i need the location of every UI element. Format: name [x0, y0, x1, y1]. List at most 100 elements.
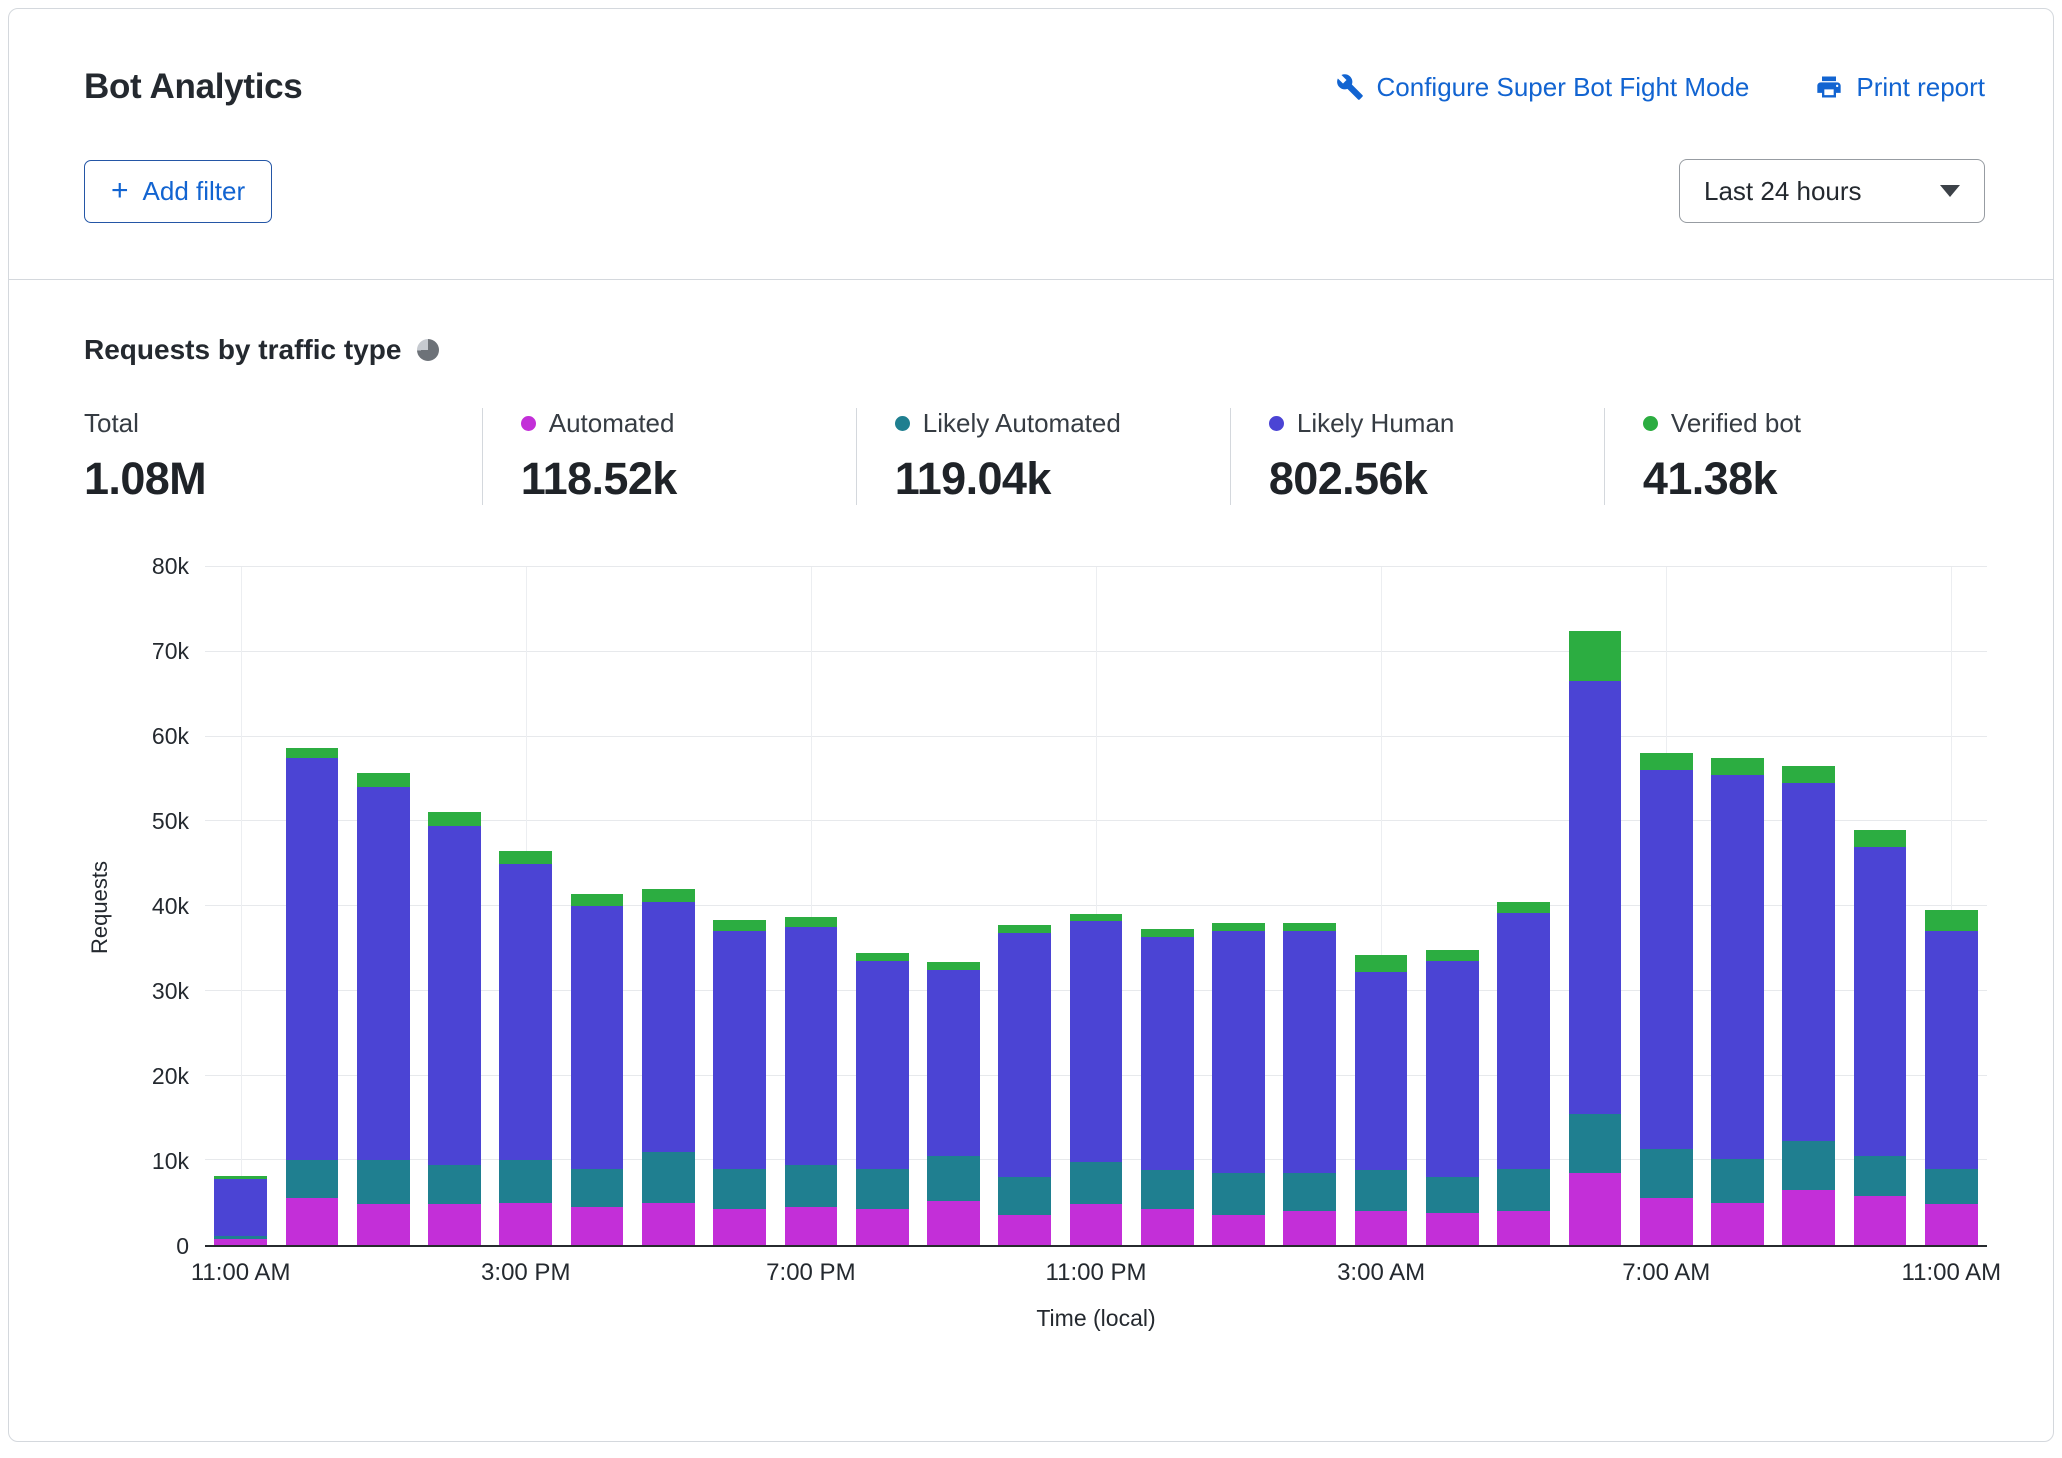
- bar-segment-automated[interactable]: [1070, 1204, 1123, 1245]
- bar-column[interactable]: [561, 567, 632, 1245]
- bar-segment-likely-automated[interactable]: [856, 1169, 909, 1209]
- bar-column[interactable]: [1488, 567, 1559, 1245]
- bar-segment-likely-automated[interactable]: [1782, 1141, 1835, 1190]
- bar-segment-automated[interactable]: [785, 1207, 838, 1245]
- stacked-bar[interactable]: [1070, 567, 1123, 1245]
- bar-segment-likely-automated[interactable]: [1426, 1177, 1479, 1213]
- bar-segment-verified-bot[interactable]: [1355, 955, 1408, 972]
- bar-segment-verified-bot[interactable]: [357, 773, 410, 787]
- stat-likely-human[interactable]: Likely Human 802.56k: [1230, 408, 1604, 505]
- bar-segment-automated[interactable]: [1640, 1198, 1693, 1245]
- bar-segment-automated[interactable]: [214, 1239, 267, 1245]
- stacked-bar[interactable]: [214, 567, 267, 1245]
- bar-segment-likely-automated[interactable]: [713, 1169, 766, 1210]
- bar-segment-verified-bot[interactable]: [1925, 910, 1978, 931]
- bar-segment-likely-automated[interactable]: [1283, 1173, 1336, 1211]
- bar-segment-verified-bot[interactable]: [1569, 631, 1622, 682]
- bar-segment-likely-automated[interactable]: [1070, 1162, 1123, 1204]
- bar-column[interactable]: [1844, 567, 1915, 1245]
- bar-segment-automated[interactable]: [499, 1203, 552, 1245]
- stacked-bar[interactable]: [1569, 567, 1622, 1245]
- bar-segment-verified-bot[interactable]: [856, 953, 909, 961]
- time-range-select[interactable]: Last 24 hours: [1679, 159, 1985, 223]
- bar-segment-automated[interactable]: [927, 1201, 980, 1245]
- stacked-bar[interactable]: [357, 567, 410, 1245]
- stacked-bar[interactable]: [1711, 567, 1764, 1245]
- bar-segment-likely-human[interactable]: [1355, 972, 1408, 1170]
- stat-likely-automated[interactable]: Likely Automated 119.04k: [856, 408, 1230, 505]
- add-filter-button[interactable]: + Add filter: [84, 160, 272, 223]
- stacked-bar[interactable]: [1854, 567, 1907, 1245]
- bar-segment-likely-human[interactable]: [1212, 931, 1265, 1173]
- bar-segment-automated[interactable]: [1854, 1196, 1907, 1245]
- bar-segment-verified-bot[interactable]: [785, 917, 838, 927]
- bar-column[interactable]: [1203, 567, 1274, 1245]
- bar-segment-verified-bot[interactable]: [713, 920, 766, 932]
- stacked-bar[interactable]: [1141, 567, 1194, 1245]
- bar-column[interactable]: [847, 567, 918, 1245]
- print-report-link[interactable]: Print report: [1815, 72, 1985, 103]
- bar-segment-automated[interactable]: [1925, 1204, 1978, 1245]
- bar-segment-automated[interactable]: [571, 1207, 624, 1245]
- stacked-bar[interactable]: [1782, 567, 1835, 1245]
- bar-column[interactable]: [989, 567, 1060, 1245]
- bar-segment-likely-human[interactable]: [1070, 921, 1123, 1162]
- bar-segment-likely-automated[interactable]: [1854, 1156, 1907, 1196]
- stacked-bar[interactable]: [499, 567, 552, 1245]
- bar-segment-likely-automated[interactable]: [1711, 1159, 1764, 1203]
- bar-segment-likely-automated[interactable]: [1497, 1169, 1550, 1211]
- stacked-bar[interactable]: [1355, 567, 1408, 1245]
- bar-column[interactable]: [205, 567, 276, 1245]
- bar-segment-verified-bot[interactable]: [1640, 753, 1693, 770]
- bar-segment-verified-bot[interactable]: [1426, 950, 1479, 961]
- stacked-bar[interactable]: [1497, 567, 1550, 1245]
- bar-segment-likely-human[interactable]: [1426, 961, 1479, 1177]
- bar-segment-likely-human[interactable]: [1711, 775, 1764, 1159]
- bar-segment-automated[interactable]: [856, 1209, 909, 1245]
- bar-segment-automated[interactable]: [357, 1204, 410, 1245]
- bar-segment-verified-bot[interactable]: [1283, 923, 1336, 931]
- bar-column[interactable]: [1132, 567, 1203, 1245]
- stat-automated[interactable]: Automated 118.52k: [482, 408, 856, 505]
- bar-segment-likely-automated[interactable]: [357, 1160, 410, 1204]
- stacked-bar[interactable]: [1426, 567, 1479, 1245]
- bar-segment-likely-human[interactable]: [642, 902, 695, 1152]
- bar-segment-verified-bot[interactable]: [1212, 923, 1265, 931]
- stacked-bar[interactable]: [1283, 567, 1336, 1245]
- bar-segment-automated[interactable]: [1569, 1173, 1622, 1245]
- bar-column[interactable]: [1060, 567, 1131, 1245]
- bar-segment-likely-automated[interactable]: [642, 1152, 695, 1203]
- bar-segment-automated[interactable]: [428, 1204, 481, 1245]
- bar-segment-automated[interactable]: [1212, 1215, 1265, 1246]
- bar-segment-verified-bot[interactable]: [1854, 830, 1907, 847]
- bar-segment-verified-bot[interactable]: [998, 925, 1051, 933]
- stacked-bar[interactable]: [428, 567, 481, 1245]
- bar-segment-verified-bot[interactable]: [1711, 758, 1764, 775]
- bar-column[interactable]: [633, 567, 704, 1245]
- bar-segment-likely-human[interactable]: [927, 970, 980, 1156]
- bar-segment-likely-automated[interactable]: [571, 1169, 624, 1207]
- stacked-bar[interactable]: [1925, 567, 1978, 1245]
- stacked-bar[interactable]: [785, 567, 838, 1245]
- bar-segment-automated[interactable]: [1782, 1190, 1835, 1245]
- bar-segment-automated[interactable]: [1711, 1203, 1764, 1245]
- bar-segment-likely-human[interactable]: [1925, 931, 1978, 1168]
- bar-segment-automated[interactable]: [1355, 1211, 1408, 1245]
- bar-segment-likely-automated[interactable]: [1212, 1173, 1265, 1215]
- bar-segment-likely-human[interactable]: [428, 826, 481, 1165]
- bar-segment-likely-human[interactable]: [214, 1179, 267, 1236]
- stacked-bar[interactable]: [286, 567, 339, 1245]
- stacked-bar[interactable]: [642, 567, 695, 1245]
- bar-column[interactable]: [1773, 567, 1844, 1245]
- bar-segment-likely-automated[interactable]: [286, 1160, 339, 1198]
- bar-segment-verified-bot[interactable]: [499, 851, 552, 864]
- bar-segment-likely-human[interactable]: [571, 906, 624, 1169]
- bar-segment-verified-bot[interactable]: [571, 894, 624, 906]
- bar-segment-automated[interactable]: [1426, 1213, 1479, 1245]
- bar-segment-verified-bot[interactable]: [286, 748, 339, 758]
- bar-column[interactable]: [918, 567, 989, 1245]
- bar-segment-likely-human[interactable]: [713, 931, 766, 1168]
- bar-segment-likely-automated[interactable]: [1925, 1169, 1978, 1205]
- bar-segment-likely-human[interactable]: [1854, 847, 1907, 1156]
- bar-segment-automated[interactable]: [1497, 1211, 1550, 1245]
